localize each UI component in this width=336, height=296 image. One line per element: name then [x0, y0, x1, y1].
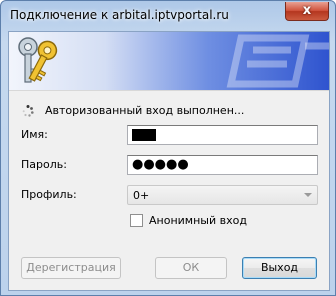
profile-value: 0+	[133, 189, 150, 202]
redacted-username	[132, 129, 156, 141]
anonymous-login-label[interactable]: Анонимный вход	[149, 214, 247, 227]
password-value: ●●●●●	[132, 157, 189, 172]
status-text: Авторизованный вход выполнен...	[45, 104, 245, 117]
banner-divider	[9, 90, 329, 91]
username-field[interactable]	[127, 125, 318, 145]
loading-spinner-icon	[22, 105, 34, 117]
password-label: Пароль:	[21, 158, 67, 171]
close-button[interactable]: x	[285, 2, 329, 21]
profile-select[interactable]: 0+	[127, 185, 318, 205]
dialog-client-area: Авторизованный вход выполнен... Имя: Пар…	[8, 31, 330, 291]
banner	[9, 32, 329, 90]
keys-icon	[18, 37, 58, 83]
deregister-button[interactable]: Дерегистрация	[21, 257, 121, 279]
exit-button[interactable]: Выход	[242, 257, 317, 279]
ok-button[interactable]: ОК	[155, 257, 227, 279]
password-field[interactable]: ●●●●●	[127, 155, 318, 175]
username-label: Имя:	[21, 128, 48, 141]
chevron-down-icon[interactable]	[304, 193, 312, 197]
login-dialog-window: Подключение к arbital.iptvportal.ru x Ав…	[0, 0, 336, 296]
anonymous-login-checkbox[interactable]	[130, 214, 143, 227]
profile-label: Профиль:	[21, 188, 77, 201]
window-title: Подключение к arbital.iptvportal.ru	[10, 8, 229, 22]
title-bar[interactable]: Подключение к arbital.iptvportal.ru x	[1, 1, 335, 31]
